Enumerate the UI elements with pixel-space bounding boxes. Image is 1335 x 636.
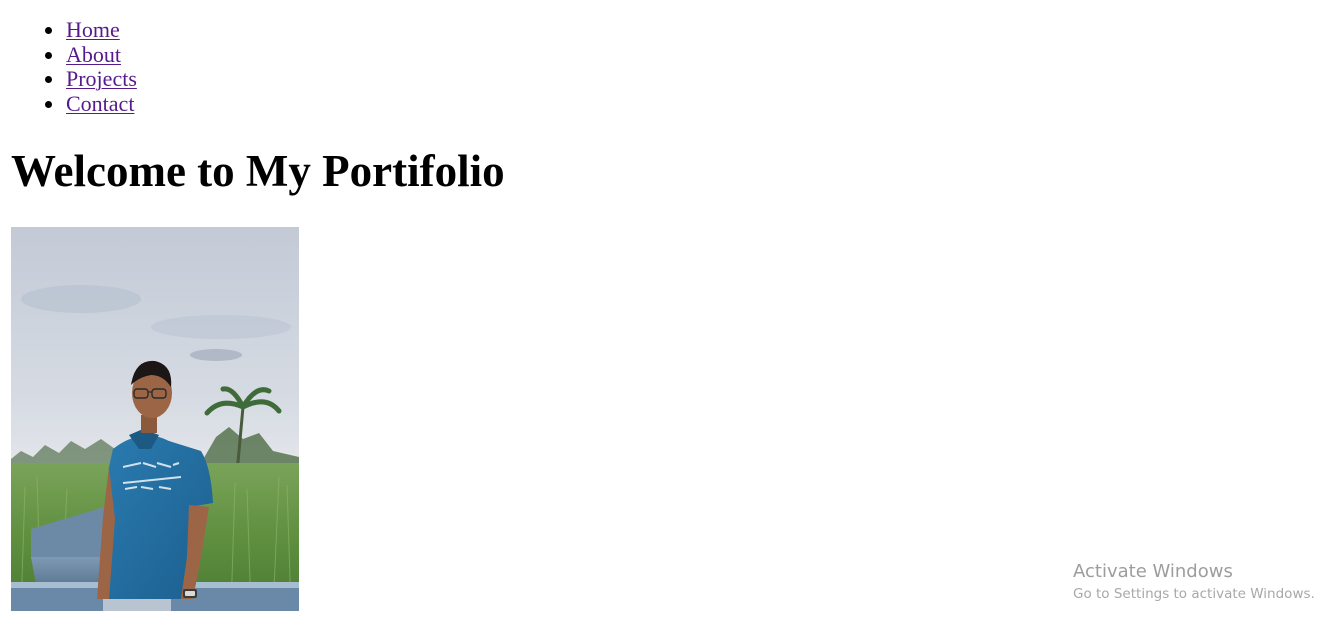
nav-item-about: About [45, 42, 137, 68]
watermark-title: Activate Windows [1073, 561, 1233, 582]
nav-link-projects[interactable]: Projects [66, 66, 137, 92]
bullet-icon [45, 76, 52, 84]
nav-item-home: Home [45, 17, 137, 43]
nav-item-contact: Contact [45, 91, 137, 117]
watermark-subtitle: Go to Settings to activate Windows. [1073, 586, 1315, 602]
page-title: Welcome to My Portifolio [11, 146, 505, 196]
bullet-icon [45, 27, 52, 34]
nav-link-contact[interactable]: Contact [66, 91, 134, 116]
bullet-icon [45, 51, 52, 59]
nav-link-home[interactable]: Home [66, 17, 120, 42]
activate-windows-watermark: Activate Windows Go to Settings to activ… [1073, 561, 1315, 603]
nav-item-projects: Projects [45, 66, 137, 92]
bullet-icon [45, 101, 52, 109]
main-nav: Home About Projects Contact [0, 17, 137, 117]
nav-link-about[interactable]: About [66, 42, 121, 67]
profile-photo [11, 227, 299, 611]
